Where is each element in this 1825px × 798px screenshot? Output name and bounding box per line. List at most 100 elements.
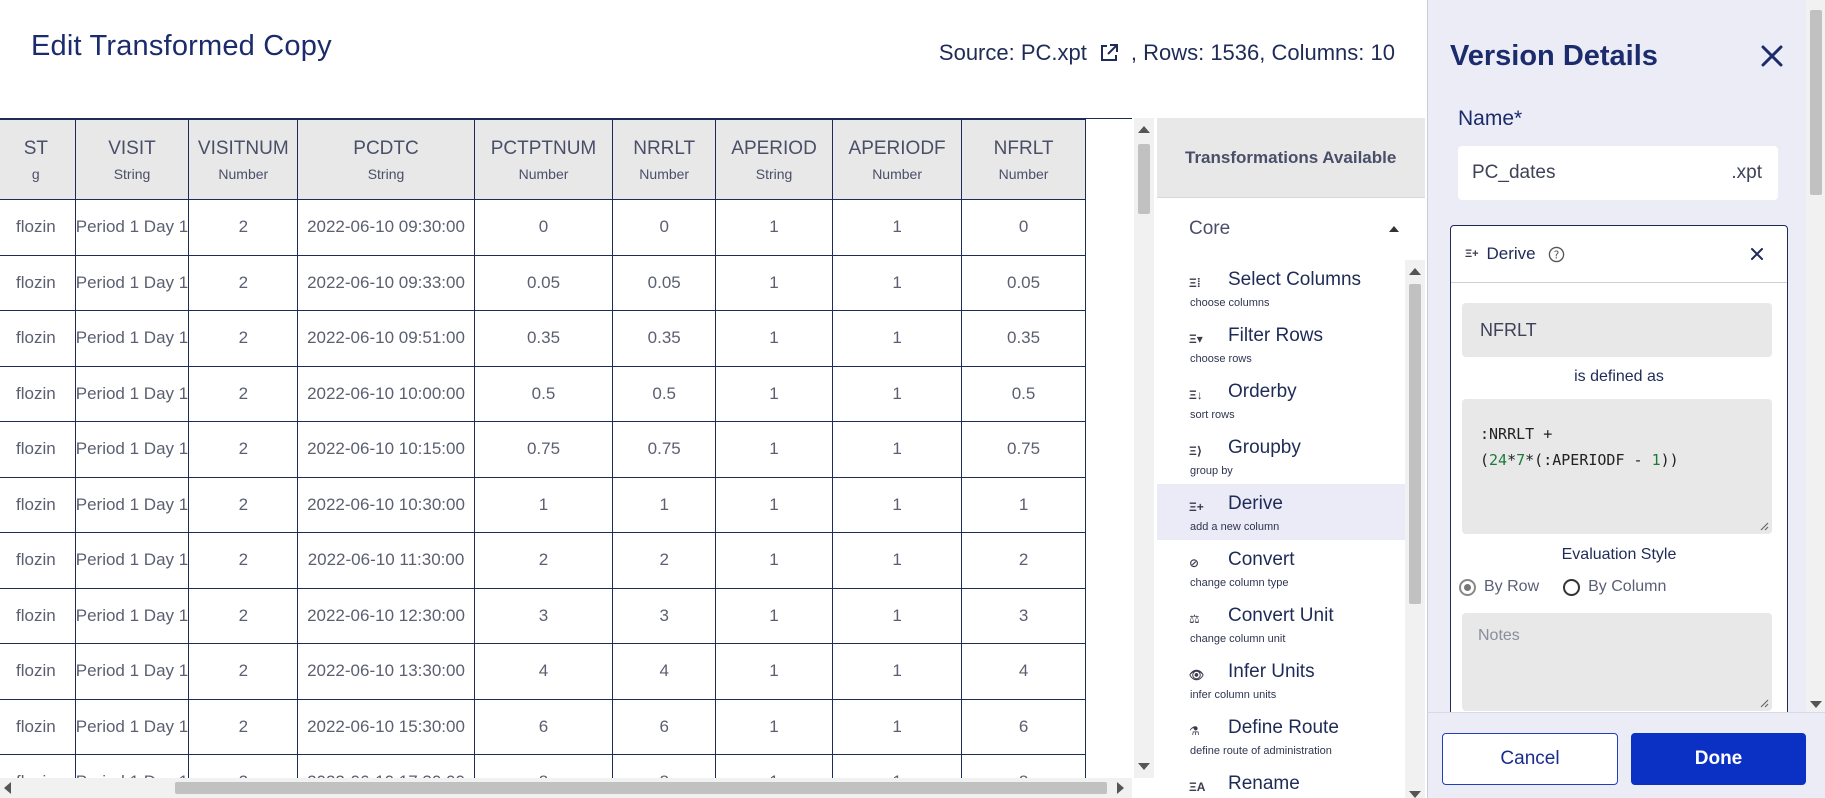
resize-handle-icon[interactable] xyxy=(1757,696,1769,708)
table-cell[interactable]: Period 1 Day 1 xyxy=(74,365,190,422)
column-header-aperiod[interactable]: APERIOD String xyxy=(714,119,834,200)
transformation-item-orderby[interactable]: Ξ↓ Orderby sort rows xyxy=(1157,372,1405,428)
transformation-item-convert[interactable]: ⊘ Convert change column type xyxy=(1157,540,1405,596)
table-cell[interactable]: 2022-06-10 09:30:00 xyxy=(297,199,475,256)
column-header-visit[interactable]: VISIT String xyxy=(74,119,190,200)
table-cell[interactable]: 1 xyxy=(832,532,963,589)
table-cell[interactable]: 3 xyxy=(473,587,614,644)
table-cell[interactable]: 1 xyxy=(832,643,963,700)
column-header-nfrlt[interactable]: NFRLT Number xyxy=(961,119,1086,200)
transformation-item-define-route[interactable]: ⚗ Define Route define route of administrat… xyxy=(1157,708,1405,764)
table-cell[interactable]: 2 xyxy=(188,476,299,533)
scroll-down-arrow-icon[interactable] xyxy=(1138,763,1150,770)
table-cell[interactable]: 1 xyxy=(714,587,834,644)
table-cell[interactable]: 1 xyxy=(832,754,963,778)
table-cell[interactable]: 3 xyxy=(612,587,716,644)
table-cell[interactable]: 0.75 xyxy=(961,421,1086,478)
table-cell[interactable]: 2 xyxy=(188,310,299,367)
table-cell[interactable]: 6 xyxy=(473,698,614,755)
table-cell[interactable]: 6 xyxy=(961,698,1086,755)
scroll-left-arrow-icon[interactable] xyxy=(4,782,11,794)
table-cell[interactable]: 0.05 xyxy=(473,254,614,311)
table-cell[interactable]: 1 xyxy=(714,421,834,478)
table-cell[interactable]: flozin xyxy=(0,476,76,533)
table-cell[interactable]: Period 1 Day 1 xyxy=(74,476,190,533)
notes-textarea[interactable]: Notes xyxy=(1462,613,1772,711)
table-cell[interactable]: 0.35 xyxy=(473,310,614,367)
table-cell[interactable]: 0 xyxy=(961,199,1086,256)
table-cell[interactable]: 2 xyxy=(473,532,614,589)
transformation-item-convert-unit[interactable]: ⚖ Convert Unit change column unit xyxy=(1157,596,1405,652)
table-cell[interactable]: 2022-06-10 10:15:00 xyxy=(297,421,475,478)
table-cell[interactable]: 1 xyxy=(832,365,963,422)
table-cell[interactable]: 0.05 xyxy=(612,254,716,311)
table-cell[interactable]: 0.35 xyxy=(612,310,716,367)
table-cell[interactable]: 2 xyxy=(188,643,299,700)
table-cell[interactable]: 0.5 xyxy=(961,365,1086,422)
table-cell[interactable]: 2022-06-10 11:30:00 xyxy=(297,532,475,589)
table-cell[interactable]: 1 xyxy=(714,254,834,311)
table-cell[interactable]: Period 1 Day 1 xyxy=(74,254,190,311)
table-cell[interactable]: 1 xyxy=(714,199,834,256)
table-cell[interactable]: flozin xyxy=(0,254,76,311)
table-cell[interactable]: 0.35 xyxy=(961,310,1086,367)
scroll-down-arrow-icon[interactable] xyxy=(1409,791,1421,798)
table-cell[interactable]: 1 xyxy=(473,476,614,533)
table-cell[interactable]: 2 xyxy=(188,421,299,478)
column-header-aperiodf[interactable]: APERIODF Number xyxy=(832,119,963,200)
close-icon[interactable] xyxy=(1749,246,1765,262)
table-cell[interactable]: 8 xyxy=(612,754,716,778)
table-cell[interactable]: 1 xyxy=(714,643,834,700)
table-cell[interactable]: 0.75 xyxy=(612,421,716,478)
table-cell[interactable]: 2 xyxy=(188,587,299,644)
scroll-right-arrow-icon[interactable] xyxy=(1117,782,1124,794)
name-input[interactable]: PC_dates .xpt xyxy=(1458,146,1778,200)
table-cell[interactable]: Period 1 Day 1 xyxy=(74,199,190,256)
table-cell[interactable]: flozin xyxy=(0,643,76,700)
table-cell[interactable]: 0.5 xyxy=(473,365,614,422)
table-cell[interactable]: flozin xyxy=(0,698,76,755)
table-cell[interactable]: 1 xyxy=(832,476,963,533)
transformation-item-rename[interactable]: ΞARenamechange column name xyxy=(1157,764,1405,798)
table-cell[interactable]: 2 xyxy=(188,254,299,311)
table-cell[interactable]: 2 xyxy=(612,532,716,589)
table-cell[interactable]: Period 1 Day 1 xyxy=(74,643,190,700)
table-cell[interactable]: 1 xyxy=(612,476,716,533)
transformation-item-groupby[interactable]: Ξ⟩ Groupby group by xyxy=(1157,428,1405,484)
core-group-toggle[interactable]: Core xyxy=(1157,198,1425,260)
table-cell[interactable]: Period 1 Day 1 xyxy=(74,421,190,478)
table-cell[interactable]: 8 xyxy=(473,754,614,778)
table-cell[interactable]: 0 xyxy=(612,199,716,256)
table-cell[interactable]: 2 xyxy=(188,199,299,256)
table-cell[interactable]: 2 xyxy=(188,698,299,755)
by-row-radio[interactable]: By Row xyxy=(1459,578,1539,596)
table-cell[interactable]: 6 xyxy=(612,698,716,755)
help-icon[interactable]: ? xyxy=(1548,246,1565,263)
table-cell[interactable]: Period 1 Day 1 xyxy=(74,587,190,644)
column-header-nrrlt[interactable]: NRRLT Number xyxy=(612,119,716,200)
table-cell[interactable]: 4 xyxy=(961,643,1086,700)
grid-vertical-scrollbar[interactable] xyxy=(1134,118,1154,778)
table-cell[interactable]: 1 xyxy=(714,476,834,533)
scroll-up-arrow-icon[interactable] xyxy=(1409,268,1421,275)
table-cell[interactable]: flozin xyxy=(0,532,76,589)
table-cell[interactable]: 1 xyxy=(714,698,834,755)
table-cell[interactable]: 2022-06-10 12:30:00 xyxy=(297,587,475,644)
table-cell[interactable]: 4 xyxy=(473,643,614,700)
column-header-pctptnum[interactable]: PCTPTNUM Number xyxy=(473,119,614,200)
table-cell[interactable]: 1 xyxy=(832,199,963,256)
table-cell[interactable]: 2 xyxy=(188,365,299,422)
table-cell[interactable]: Period 1 Day 1 xyxy=(74,310,190,367)
table-cell[interactable]: 0.75 xyxy=(473,421,614,478)
table-cell[interactable]: 2022-06-10 15:30:00 xyxy=(297,698,475,755)
grid-horizontal-scrollbar[interactable] xyxy=(0,778,1132,798)
table-cell[interactable]: 1 xyxy=(714,532,834,589)
resize-handle-icon[interactable] xyxy=(1757,519,1769,531)
table-cell[interactable]: 0.05 xyxy=(961,254,1086,311)
scroll-thumb[interactable] xyxy=(1810,10,1822,195)
cancel-button[interactable]: Cancel xyxy=(1442,733,1618,785)
table-cell[interactable]: 2 xyxy=(188,532,299,589)
column-header-st[interactable]: ST g xyxy=(0,119,76,200)
derived-column-input[interactable]: NFRLT xyxy=(1462,303,1772,357)
table-cell[interactable]: 2 xyxy=(188,754,299,778)
